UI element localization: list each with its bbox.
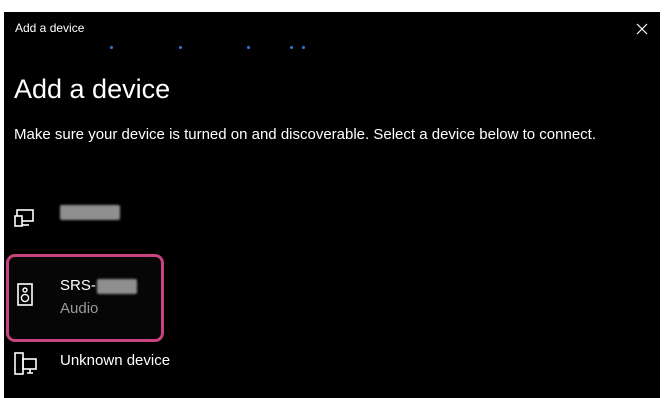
- close-icon: [636, 23, 648, 34]
- close-button[interactable]: [624, 12, 660, 45]
- computer-icon: [14, 352, 37, 375]
- display-icon: [14, 209, 34, 227]
- progress-dot: [302, 46, 305, 49]
- redacted-text-block: [96, 278, 137, 294]
- title-bar: Add a device: [4, 12, 660, 45]
- progress-dot: [247, 46, 250, 49]
- add-device-dialog: Add a device Add a device Make sure your…: [4, 12, 660, 398]
- device-name-redacted: [60, 203, 120, 220]
- device-type-label: Audio: [60, 300, 99, 317]
- instruction-text: Make sure your device is turned on and d…: [14, 126, 596, 143]
- progress-dot: [290, 46, 293, 49]
- device-name: Unknown device: [60, 352, 171, 369]
- device-list-item[interactable]: [4, 198, 644, 238]
- searching-progress-indicator: [4, 45, 660, 51]
- page-title: Add a device: [14, 74, 171, 104]
- speaker-icon: [17, 283, 33, 306]
- device-name-label: SRS-: [60, 277, 96, 294]
- window-title: Add a device: [15, 21, 85, 35]
- redacted-text-block: [60, 204, 120, 220]
- progress-dot: [179, 46, 182, 49]
- device-list-item[interactable]: SRS- Audio: [4, 258, 644, 334]
- progress-dot: [110, 46, 113, 49]
- device-list-item[interactable]: Unknown device: [4, 346, 644, 386]
- device-name: SRS-: [60, 277, 137, 294]
